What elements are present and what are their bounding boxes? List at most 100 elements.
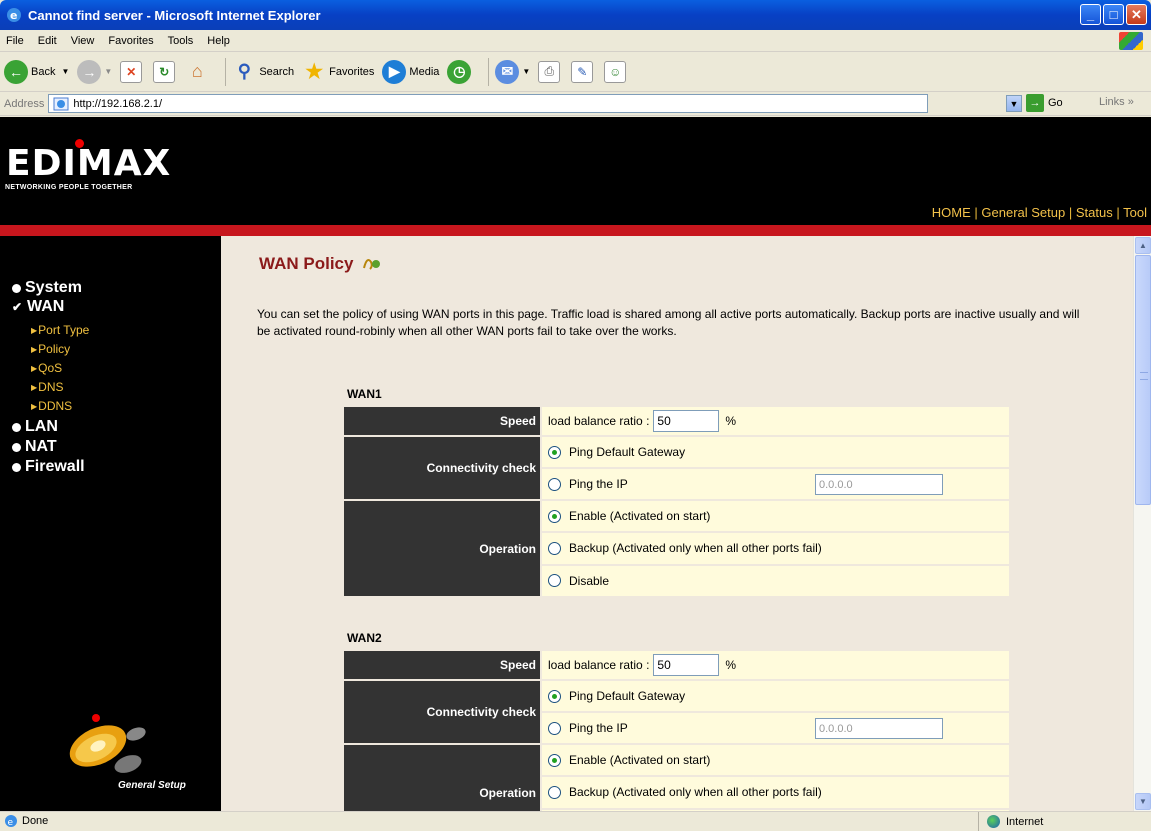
wan2-ip-input[interactable] bbox=[815, 718, 943, 739]
minimize-button[interactable]: _ bbox=[1080, 4, 1101, 25]
close-button[interactable]: ✕ bbox=[1126, 4, 1147, 25]
refresh-icon: ↻ bbox=[153, 60, 176, 83]
load-balance-label: load balance ratio : bbox=[548, 658, 650, 672]
wan1-backup-radio[interactable] bbox=[548, 541, 561, 555]
wan2-operation-options: Enable (Activated on start) Backup (Acti… bbox=[542, 745, 1009, 811]
scroll-down-button[interactable]: ▼ bbox=[1135, 793, 1151, 810]
edit-button[interactable]: ✎ bbox=[571, 60, 596, 83]
home-button[interactable]: ⌂ bbox=[186, 61, 211, 83]
help-icon[interactable] bbox=[361, 254, 381, 272]
wan1-disable-radio[interactable] bbox=[548, 574, 561, 588]
wan2-ping-ip-radio[interactable] bbox=[548, 721, 561, 735]
sidebar-subitem-policy[interactable]: ▶ Policy bbox=[31, 342, 70, 356]
wan2-enable-option[interactable]: Enable (Activated on start) bbox=[542, 745, 1009, 776]
wan2-enable-radio[interactable] bbox=[548, 753, 561, 767]
wan1-ip-input[interactable] bbox=[815, 474, 943, 495]
scroll-thumb[interactable] bbox=[1135, 255, 1151, 505]
wan2-ping-gateway-radio[interactable] bbox=[548, 689, 561, 703]
sidebar-item-lan[interactable]: LAN bbox=[12, 418, 58, 436]
top-navigation: HOME | General Setup | Status | Tool bbox=[932, 205, 1147, 220]
media-label: Media bbox=[409, 65, 440, 78]
wan2-ping-gateway-option[interactable]: Ping Default Gateway bbox=[542, 681, 1009, 711]
address-dropdown-button[interactable]: ▼ bbox=[1006, 95, 1022, 112]
favorites-button[interactable]: ★ Favorites bbox=[302, 60, 374, 84]
logo-text: EDIMAX bbox=[6, 143, 172, 184]
print-button[interactable]: ⎙ bbox=[538, 60, 563, 83]
sidebar-item-firewall[interactable]: Firewall bbox=[12, 458, 85, 476]
window-title: Cannot find server - Microsoft Internet … bbox=[28, 7, 321, 23]
wan1-connectivity-options: Ping Default Gateway Ping the IP bbox=[542, 437, 1009, 499]
menu-edit[interactable]: Edit bbox=[38, 35, 57, 47]
menu-tools[interactable]: Tools bbox=[168, 35, 194, 47]
links-button[interactable]: Links » bbox=[1099, 96, 1134, 108]
wan1-section-title: WAN1 bbox=[347, 387, 382, 401]
wan2-connectivity-options: Ping Default Gateway Ping the IP bbox=[542, 681, 1009, 743]
sidebar-subitem-label: Port Type bbox=[38, 323, 90, 337]
media-icon: ▶ bbox=[382, 59, 407, 84]
nav-home[interactable]: HOME bbox=[932, 205, 971, 220]
history-icon: ◷ bbox=[447, 59, 472, 84]
svg-text:e: e bbox=[10, 9, 17, 22]
site-header: EDIMAX NETWORKING PEOPLE TOGETHER HOME |… bbox=[0, 117, 1151, 225]
wan1-enable-radio[interactable] bbox=[548, 509, 561, 523]
sidebar-item-wan[interactable]: ✔ WAN bbox=[12, 298, 64, 316]
wan1-ping-gateway-radio[interactable] bbox=[548, 445, 561, 459]
address-input[interactable]: http://192.168.2.1/ bbox=[48, 94, 929, 113]
scroll-up-button[interactable]: ▲ bbox=[1135, 237, 1151, 254]
wan1-operation-row: Operation Enable (Activated on start) Ba… bbox=[344, 501, 1009, 596]
wan2-ping-ip-option[interactable]: Ping the IP bbox=[542, 713, 1009, 743]
wan1-connectivity-label: Connectivity check bbox=[344, 437, 540, 499]
sidebar-item-system[interactable]: System bbox=[12, 279, 82, 297]
edit-icon: ✎ bbox=[571, 60, 594, 83]
toolbar-separator bbox=[488, 57, 490, 86]
refresh-button[interactable]: ↻ bbox=[153, 60, 178, 83]
stop-icon: ✕ bbox=[120, 60, 143, 83]
sidebar-subitem-qos[interactable]: ▶ QoS bbox=[31, 361, 62, 375]
wan1-ping-gateway-option[interactable]: Ping Default Gateway bbox=[542, 437, 1009, 467]
history-button[interactable]: ◷ bbox=[447, 59, 474, 84]
wan1-operation-label: Operation bbox=[344, 501, 540, 596]
mail-button[interactable]: ✉ ▼ bbox=[495, 59, 531, 84]
nav-general-setup[interactable]: General Setup bbox=[981, 205, 1065, 220]
wan1-disable-option[interactable]: Disable bbox=[542, 565, 1009, 596]
menu-view[interactable]: View bbox=[71, 35, 95, 47]
sidebar-subitem-ddns[interactable]: ▶ DDNS bbox=[31, 399, 72, 413]
stop-button[interactable]: ✕ bbox=[120, 60, 145, 83]
forward-arrow-icon: → bbox=[77, 59, 102, 84]
wan2-speed-row: Speed load balance ratio : % bbox=[344, 651, 1009, 679]
bullet-icon bbox=[12, 442, 21, 452]
sidebar-subitem-port-type[interactable]: ▶ Port Type bbox=[31, 323, 89, 337]
back-button[interactable]: ← Back ▼ bbox=[4, 59, 69, 84]
messenger-button[interactable]: ☺ bbox=[604, 60, 629, 83]
triangle-right-icon: ▶ bbox=[31, 325, 38, 335]
wan1-ping-ip-option[interactable]: Ping the IP bbox=[542, 469, 1009, 499]
nav-tool[interactable]: Tool bbox=[1123, 205, 1147, 220]
wan1-ratio-input[interactable] bbox=[653, 410, 720, 432]
maximize-button[interactable]: □ bbox=[1103, 4, 1124, 25]
vertical-scrollbar[interactable]: ▲ ▼ bbox=[1133, 236, 1151, 811]
wan2-backup-radio[interactable] bbox=[548, 785, 561, 799]
sidebar-item-nat[interactable]: NAT bbox=[12, 438, 57, 456]
nav-status[interactable]: Status bbox=[1076, 205, 1113, 220]
sidebar-subitem-dns[interactable]: ▶ DNS bbox=[31, 380, 64, 394]
menu-help[interactable]: Help bbox=[207, 35, 230, 47]
wan1-operation-options: Enable (Activated on start) Backup (Acti… bbox=[542, 501, 1009, 596]
wan1-enable-option[interactable]: Enable (Activated on start) bbox=[542, 501, 1009, 532]
wan2-ratio-input[interactable] bbox=[653, 654, 720, 676]
zone-label: Internet bbox=[1006, 815, 1044, 828]
wan2-backup-option[interactable]: Backup (Activated only when all other po… bbox=[542, 777, 1009, 808]
wan1-backup-option[interactable]: Backup (Activated only when all other po… bbox=[542, 533, 1009, 564]
bullet-icon bbox=[12, 422, 21, 432]
go-button[interactable]: → Go bbox=[1026, 94, 1063, 112]
search-icon: ⚲ bbox=[237, 61, 251, 81]
menu-favorites[interactable]: Favorites bbox=[108, 35, 153, 47]
nav-separator: | bbox=[1116, 205, 1120, 220]
menu-file[interactable]: File bbox=[6, 35, 24, 47]
chevron-down-icon: ▼ bbox=[522, 67, 531, 76]
media-button[interactable]: ▶ Media bbox=[382, 59, 440, 84]
triangle-right-icon: ▶ bbox=[31, 344, 38, 354]
search-button[interactable]: ⚲ Search bbox=[232, 60, 294, 84]
wan1-ping-ip-radio[interactable] bbox=[548, 477, 561, 491]
forward-button[interactable]: → ▼ bbox=[77, 59, 112, 84]
toolbar-separator bbox=[225, 57, 227, 86]
